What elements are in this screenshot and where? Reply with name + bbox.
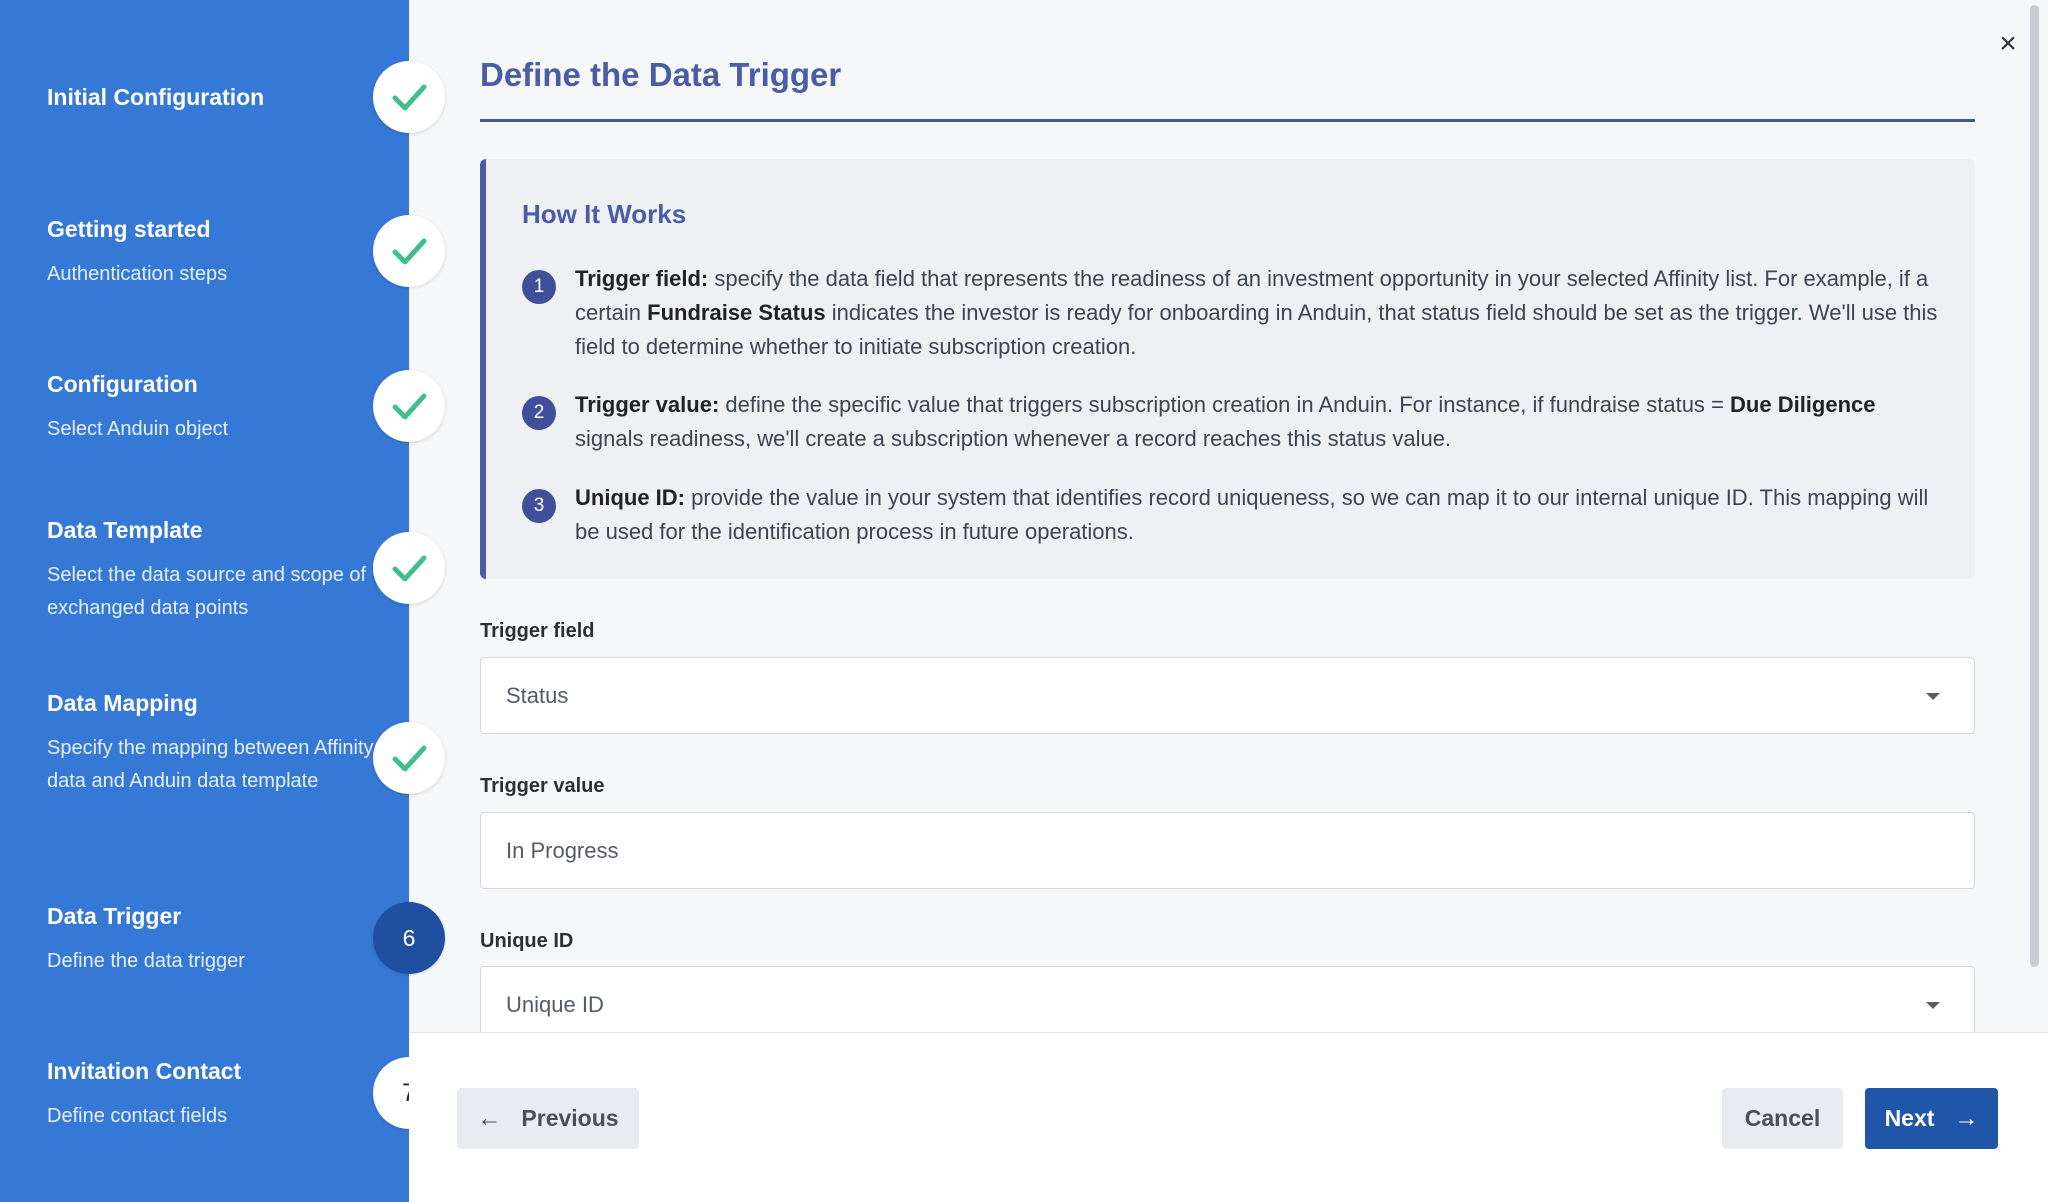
trigger-value-text: In Progress	[506, 837, 619, 863]
step-subtitle: Define contact fields	[47, 1105, 228, 1127]
sidebar-step-invitation-contact[interactable]: Invitation Contact Define contact fields	[47, 1056, 377, 1133]
sidebar-step-data-trigger[interactable]: Data Trigger Define the data trigger	[47, 901, 377, 978]
previous-button[interactable]: ← Previous	[457, 1088, 639, 1149]
steps-sidebar: Initial Configuration Getting started Au…	[0, 0, 445, 1202]
item-description: provide the value in your system that id…	[575, 485, 1929, 544]
next-button[interactable]: Next →	[1865, 1088, 1998, 1149]
step-number-icon: 2	[522, 396, 556, 430]
unique-id-value: Unique ID	[506, 991, 604, 1017]
step-title: Data Template	[47, 517, 203, 543]
how-it-works-text: Trigger value: define the specific value…	[575, 388, 1945, 456]
close-icon: ×	[1999, 27, 2017, 60]
step-title: Data Mapping	[47, 690, 198, 716]
checkmark-icon	[392, 745, 427, 772]
trigger-value-label: Trigger value	[480, 775, 605, 797]
step-number-icon: 1	[522, 270, 556, 304]
caret-down-icon	[1926, 693, 1940, 700]
checkmark-icon	[392, 555, 427, 582]
previous-label: Previous	[521, 1105, 619, 1131]
item-example-value: Due Diligence	[1730, 392, 1876, 417]
step-title: Initial Configuration	[47, 84, 265, 110]
how-it-works-title: How It Works	[522, 199, 687, 229]
caret-down-icon	[1926, 1002, 1940, 1009]
checkmark-icon	[392, 238, 427, 265]
item-example-value: Fundraise Status	[647, 300, 826, 325]
step-subtitle: Define the data trigger	[47, 950, 245, 972]
item-term: Trigger field:	[575, 266, 709, 291]
integration-setup-modal: Initial Configuration Getting started Au…	[0, 0, 2048, 1202]
step-title: Getting started	[47, 216, 211, 242]
sidebar-step-data-mapping[interactable]: Data Mapping Specify the mapping between…	[47, 688, 377, 798]
item-description-cont: signals readiness, we'll create a subscr…	[575, 426, 1452, 451]
unique-id-label: Unique ID	[480, 930, 574, 952]
step-complete-indicator	[373, 215, 445, 287]
checkmark-icon	[392, 84, 427, 111]
trigger-field-select[interactable]: Status	[480, 657, 1975, 734]
scrollbar-thumb[interactable]	[2030, 5, 2039, 967]
checkmark-icon	[392, 393, 427, 420]
step-subtitle: Authentication steps	[47, 263, 228, 285]
trigger-field-label: Trigger field	[480, 620, 595, 642]
step-title: Configuration	[47, 371, 198, 397]
step-complete-indicator	[373, 61, 445, 133]
step-subtitle: Select the data source and scope of exch…	[47, 564, 367, 619]
next-label: Next	[1884, 1105, 1935, 1131]
sidebar-step-initial-configuration[interactable]: Initial Configuration	[47, 82, 377, 112]
step-complete-indicator	[373, 532, 445, 604]
title-divider	[480, 119, 1975, 122]
modal-footer: ← Previous Cancel Next →	[409, 1032, 2048, 1202]
arrow-left-icon: ←	[477, 1104, 502, 1132]
sidebar-step-configuration[interactable]: Configuration Select Anduin object	[47, 369, 377, 446]
how-it-works-panel: How It Works 1 Trigger field: specify th…	[480, 159, 1975, 579]
step-complete-indicator	[373, 370, 445, 442]
how-it-works-text: Unique ID: provide the value in your sys…	[575, 481, 1945, 549]
item-term: Trigger value:	[575, 392, 720, 417]
step-subtitle: Specify the mapping between Affinity dat…	[47, 737, 374, 792]
step-complete-indicator	[373, 722, 445, 794]
sidebar-step-data-template[interactable]: Data Template Select the data source and…	[47, 515, 377, 625]
trigger-value-input[interactable]: In Progress	[480, 812, 1975, 889]
step-title: Data Trigger	[47, 903, 182, 929]
step-number-badge-current: 6	[373, 902, 445, 974]
sidebar-step-getting-started[interactable]: Getting started Authentication steps	[47, 214, 377, 291]
item-term: Unique ID:	[575, 485, 685, 510]
close-button[interactable]: ×	[1990, 26, 2026, 62]
step-subtitle: Select Anduin object	[47, 418, 229, 440]
cancel-label: Cancel	[1744, 1105, 1821, 1131]
how-it-works-text: Trigger field: specify the data field th…	[575, 262, 1945, 364]
arrow-right-icon: →	[1954, 1104, 1979, 1132]
step-number-icon: 3	[522, 489, 556, 523]
trigger-field-value: Status	[506, 682, 569, 708]
page-title: Define the Data Trigger	[480, 56, 842, 93]
step-title: Invitation Contact	[47, 1058, 242, 1084]
item-description: define the specific value that triggers …	[719, 392, 1731, 417]
cancel-button[interactable]: Cancel	[1722, 1088, 1843, 1149]
